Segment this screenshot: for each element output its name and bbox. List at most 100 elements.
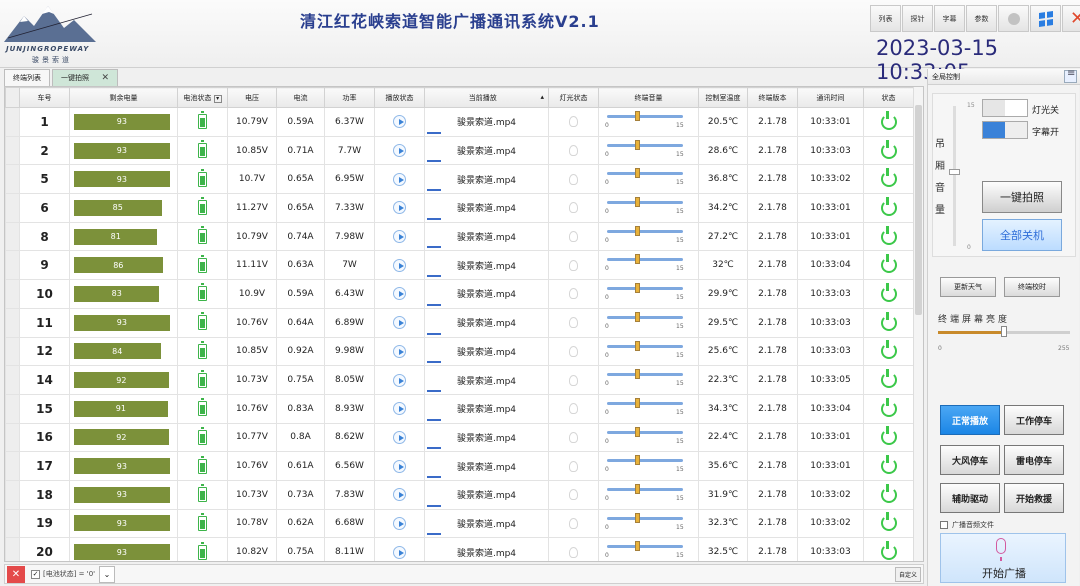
terminal-volume-slider[interactable] (607, 229, 683, 233)
lightbulb-icon[interactable] (569, 431, 578, 443)
lightbulb-icon[interactable] (569, 546, 578, 558)
col-header[interactable]: 电压 (227, 87, 277, 108)
terminal-volume-thumb[interactable] (635, 283, 640, 294)
lightbulb-icon[interactable] (569, 489, 578, 501)
shutdown-all-button[interactable]: 全部关机 (982, 219, 1062, 251)
play-icon[interactable] (393, 516, 406, 530)
terminal-volume-slider[interactable] (607, 430, 683, 434)
play-icon[interactable] (393, 115, 406, 129)
mode-thunder-stop-button[interactable]: 雷电停车 (1004, 445, 1064, 475)
table-row[interactable]: 15 91 10.76V 0.83A 8.93W 骏景索道.mp4 0 15 34.3℃ 2.1.… (5, 393, 914, 424)
power-icon[interactable] (880, 225, 897, 245)
col-header[interactable]: 状态 (863, 87, 914, 108)
tab-terminal-list[interactable]: 终端列表 (4, 69, 50, 86)
terminal-volume-thumb[interactable] (635, 311, 640, 322)
terminal-volume-slider[interactable] (607, 258, 683, 262)
power-icon[interactable] (880, 541, 897, 561)
col-header[interactable]: 车号 (19, 87, 70, 108)
play-icon[interactable] (393, 201, 406, 215)
row-selector[interactable] (5, 193, 20, 223)
play-icon[interactable] (393, 144, 406, 158)
terminal-volume-slider[interactable] (607, 373, 683, 377)
update-weather-button[interactable]: 更新天气 (940, 277, 996, 297)
table-row[interactable]: 11 93 10.76V 0.64A 6.89W 骏景索道.mp4 0 15 29.5℃ 2.1.… (5, 307, 914, 338)
lightbulb-icon[interactable] (569, 259, 578, 271)
mode-aux-drive-button[interactable]: 辅助驱动 (940, 483, 1000, 513)
terminal-volume-thumb[interactable] (635, 397, 640, 408)
brightness-thumb[interactable] (1001, 326, 1007, 337)
row-selector[interactable] (5, 164, 20, 195)
panel-menu-icon[interactable] (1064, 68, 1077, 83)
terminal-volume-thumb[interactable] (635, 512, 640, 523)
lightbulb-icon[interactable] (569, 317, 578, 329)
photo-all-button[interactable]: 一键拍照 (982, 181, 1062, 213)
power-icon[interactable] (880, 455, 897, 475)
play-icon[interactable] (393, 488, 406, 502)
col-header[interactable]: 控制室温度 (698, 87, 748, 108)
col-header[interactable]: 当前播放 ▴ (424, 87, 549, 108)
tab-photo[interactable]: 一键拍照 ✕ (52, 69, 118, 86)
play-icon[interactable] (393, 287, 406, 301)
close-button[interactable]: ✕ (1062, 5, 1080, 32)
terminal-volume-thumb[interactable] (635, 483, 640, 494)
cabin-volume-slider[interactable] (953, 106, 956, 246)
terminal-volume-slider[interactable] (607, 287, 683, 291)
row-selector[interactable] (5, 365, 20, 395)
lightbulb-icon[interactable] (569, 231, 578, 243)
play-icon[interactable] (393, 172, 406, 186)
terminal-volume-slider[interactable] (607, 545, 683, 549)
row-selector[interactable] (5, 479, 20, 510)
terminal-volume-slider[interactable] (607, 487, 683, 491)
row-selector[interactable] (5, 307, 20, 338)
windows-button[interactable] (1030, 5, 1061, 32)
terminal-volume-thumb[interactable] (635, 541, 640, 552)
terminal-volume-slider[interactable] (607, 143, 683, 147)
lightbulb-icon[interactable] (569, 517, 578, 529)
lightbulb-icon[interactable] (569, 374, 578, 386)
play-icon[interactable] (393, 258, 406, 272)
subtitle-button[interactable]: 字幕 (934, 5, 965, 32)
terminal-volume-slider[interactable] (607, 201, 683, 205)
terminal-volume-slider[interactable] (607, 516, 683, 520)
table-row[interactable]: 14 92 10.73V 0.75A 8.05W 骏景索道.mp4 0 15 22.3℃ 2.1.… (5, 365, 914, 395)
power-icon[interactable] (880, 282, 897, 302)
col-header[interactable]: 通讯时间 (797, 87, 864, 108)
terminal-volume-slider[interactable] (607, 401, 683, 405)
table-row[interactable]: 12 84 10.85V 0.92A 9.98W 骏景索道.mp4 0 15 25.6℃ 2.1.… (5, 336, 914, 367)
list-button[interactable]: 列表 (870, 5, 901, 32)
power-icon[interactable] (880, 426, 897, 446)
table-row[interactable]: 10 83 10.9V 0.59A 6.43W 骏景索道.mp4 0 15 29.9℃ 2.1.7… (5, 279, 914, 309)
col-header[interactable]: 灯光状态 (548, 87, 599, 108)
cabin-volume-thumb[interactable] (949, 169, 960, 175)
scrollbar-thumb[interactable] (915, 105, 922, 315)
col-header[interactable]: 剩余电量 (69, 87, 178, 108)
terminal-volume-slider[interactable] (607, 115, 683, 118)
terminal-volume-thumb[interactable] (635, 340, 640, 351)
terminal-volume-thumb[interactable] (635, 254, 640, 265)
play-icon[interactable] (393, 373, 406, 387)
terminal-volume-thumb[interactable] (635, 197, 640, 208)
row-selector[interactable] (5, 135, 20, 166)
probe-button[interactable]: 探针 (902, 5, 933, 32)
filter-history-dropdown[interactable]: ⌄ (99, 566, 115, 583)
power-icon[interactable] (880, 512, 897, 532)
col-header[interactable]: 终端音量 (598, 87, 699, 108)
filter-icon[interactable]: ▾ (213, 94, 222, 103)
audio-file-checkbox[interactable] (940, 521, 948, 529)
terminal-volume-thumb[interactable] (635, 426, 640, 437)
power-icon[interactable] (880, 254, 897, 274)
tab-close-icon[interactable]: ✕ (101, 73, 109, 83)
row-selector[interactable] (5, 508, 20, 539)
power-icon[interactable] (880, 139, 897, 159)
mode-normal-play-button[interactable]: 正常播放 (940, 405, 1000, 435)
mode-rescue-button[interactable]: 开始救援 (1004, 483, 1064, 513)
minimize-button[interactable] (998, 5, 1029, 32)
subtitle-toggle[interactable] (982, 121, 1028, 139)
row-selector[interactable] (5, 336, 20, 367)
power-icon[interactable] (880, 110, 897, 130)
lightbulb-icon[interactable] (569, 173, 578, 185)
power-icon[interactable] (880, 483, 897, 503)
table-scrollbar[interactable] (913, 87, 923, 561)
table-row[interactable]: 9 86 11.11V 0.63A 7W 骏景索道.mp4 0 15 32℃ 2.1.78 10:3… (5, 250, 914, 281)
mode-wind-stop-button[interactable]: 大风停车 (940, 445, 1000, 475)
